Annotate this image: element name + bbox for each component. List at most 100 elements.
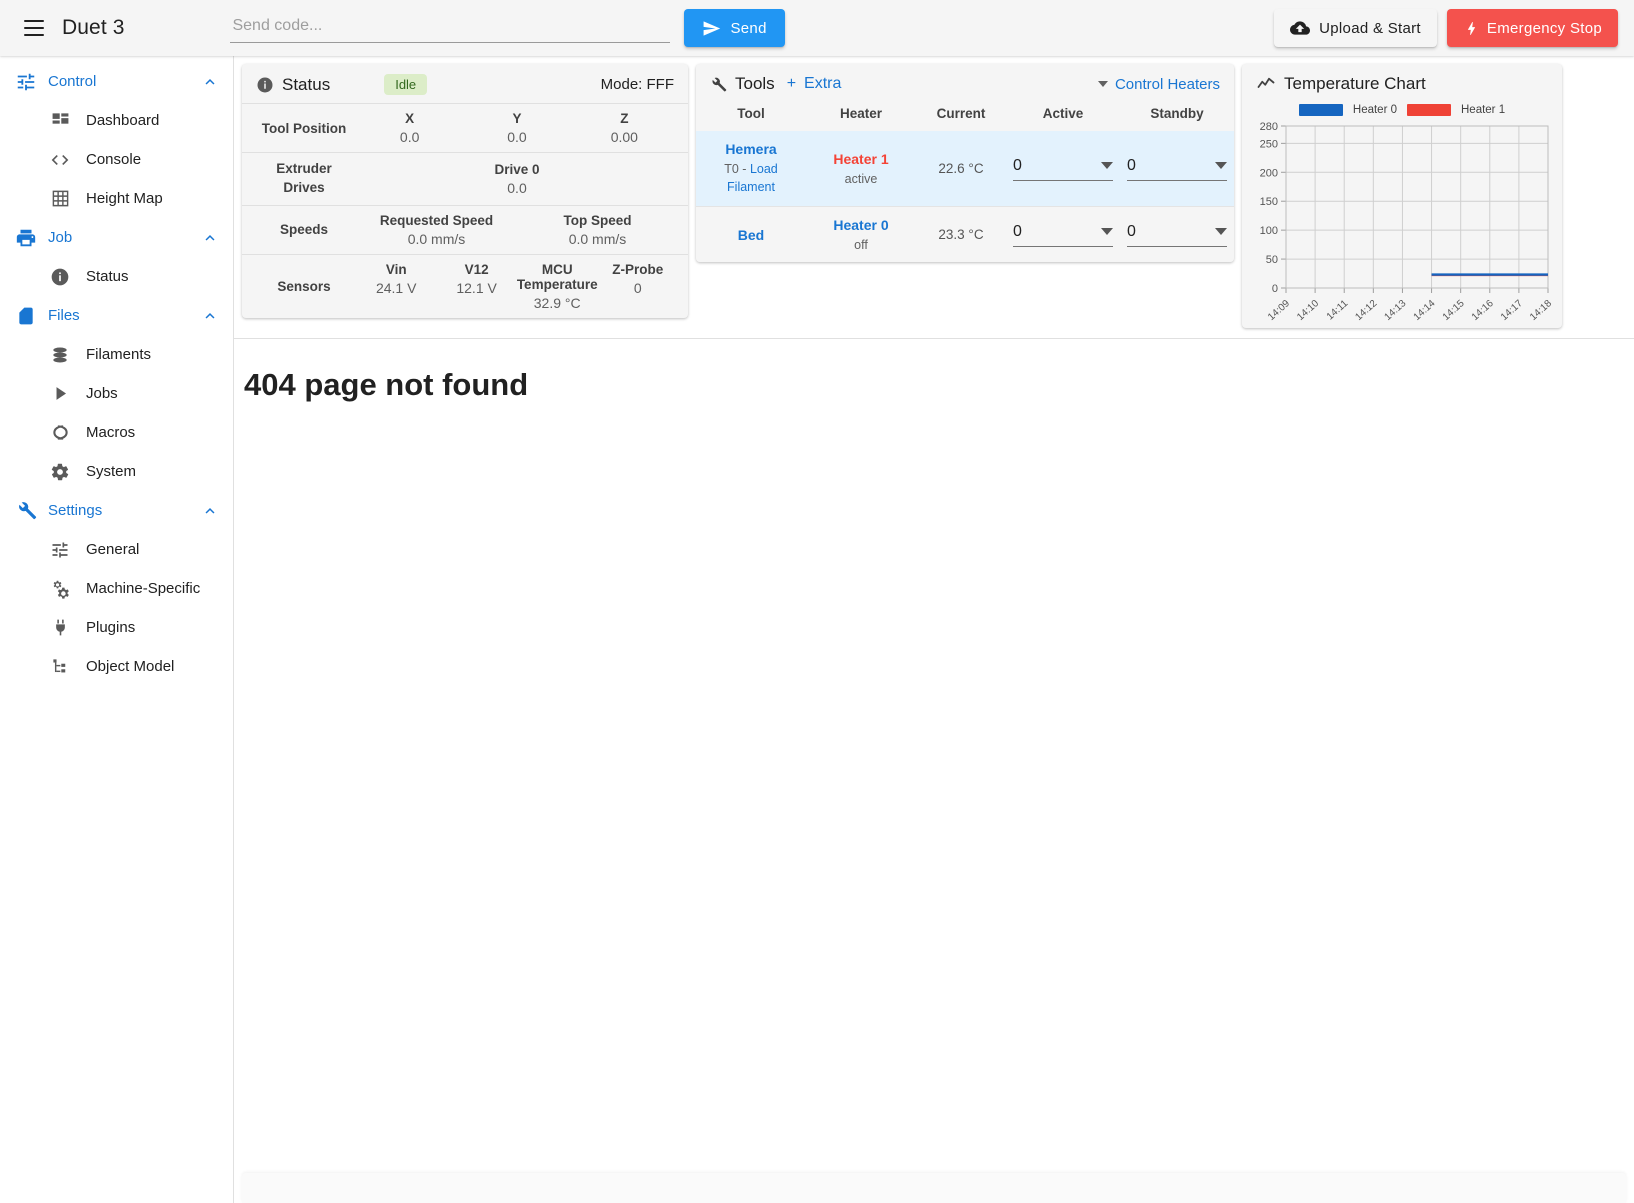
status-row-sensors: Sensors Vin 24.1 V V12 12.1 V MCU Temper… — [242, 253, 688, 318]
mode-label: Mode: FFF — [600, 76, 674, 93]
send-code-input[interactable] — [230, 13, 671, 43]
tool-name[interactable]: Hemera — [696, 141, 806, 157]
status-row-extruder-drives: Extruder Drives Drive 0 0.0 — [242, 152, 688, 205]
status-row-label: Extruder Drives — [252, 160, 356, 198]
sidebar-item-label: Console — [86, 151, 142, 168]
heater-name[interactable]: Heater 0 — [806, 217, 916, 233]
status-cell: Drive 0 0.0 — [356, 162, 678, 196]
sidebar-item-console[interactable]: Console — [0, 140, 233, 179]
status-cell-value: 0.0 — [507, 129, 527, 145]
code-brackets-icon — [40, 150, 80, 170]
plug-icon — [40, 618, 80, 637]
svg-text:14:17: 14:17 — [1499, 298, 1525, 323]
status-cell-value: 0.00 — [610, 129, 638, 145]
top-panel-row: Status Idle Mode: FFF Tool Position X 0.… — [234, 56, 1634, 339]
legend-swatch-heater1[interactable] — [1407, 104, 1451, 116]
info-circle-icon — [40, 267, 80, 287]
tool-cell: Hemera T0 - Load Filament — [696, 131, 806, 207]
active-temperature-select[interactable]: 0 — [1013, 223, 1113, 247]
sidebar-item-status[interactable]: Status — [0, 257, 233, 296]
status-cell: V12 12.1 V — [436, 262, 516, 311]
svg-text:250: 250 — [1260, 138, 1278, 150]
database-icon — [40, 345, 80, 365]
sidebar-item-height-map[interactable]: Height Map — [0, 179, 233, 218]
sidebar-group-job[interactable]: Job — [0, 218, 233, 257]
upload-and-start-button[interactable]: Upload & Start — [1274, 9, 1437, 47]
upload-and-start-label: Upload & Start — [1319, 19, 1421, 37]
sidebar-item-label: System — [86, 463, 137, 480]
sidebar-navigation: Control Dashboard Console Height Map Job… — [0, 56, 234, 1203]
column-header-current: Current — [936, 106, 986, 121]
add-extra-plus[interactable]: + — [787, 75, 796, 93]
dashboard-icon — [40, 111, 80, 130]
sidebar-item-general[interactable]: General — [0, 530, 233, 569]
status-cell-value: 0.0 — [399, 129, 420, 145]
send-button[interactable]: Send — [684, 9, 785, 47]
status-cell: Y 0.0 — [463, 111, 570, 145]
status-cell-head: Drive 0 — [494, 161, 540, 177]
status-cell: Z 0.00 — [571, 111, 678, 145]
sidebar-item-machine-specific[interactable]: Machine-Specific — [0, 569, 233, 608]
page-content-area: 404 page not found — [234, 339, 1634, 1203]
sidebar-group-files[interactable]: Files — [0, 296, 233, 335]
chart-card-title: Temperature Chart — [1284, 74, 1426, 93]
active-temp-cell: 0 — [1006, 207, 1120, 263]
sidebar-item-label: Dashboard — [86, 112, 160, 129]
caret-down-icon — [1215, 162, 1227, 170]
legend-label-heater0: Heater 0 — [1352, 104, 1397, 116]
status-row-speeds: Speeds Requested Speed 0.0 mm/s Top Spee… — [242, 204, 688, 254]
sidebar-item-jobs[interactable]: Jobs — [0, 374, 233, 413]
control-heaters-button[interactable]: Control Heaters — [1115, 76, 1220, 93]
caret-down-icon[interactable] — [1097, 81, 1108, 87]
status-row-tool-position: Tool Position X 0.0 Y 0.0 Z 0.00 — [242, 103, 688, 152]
sidebar-group-control[interactable]: Control — [0, 62, 233, 101]
caret-down-icon — [1101, 228, 1113, 236]
table-row[interactable]: Bed Heater 0 off 23.3 °C 0 0 — [696, 206, 1234, 263]
sidebar-item-label: Status — [86, 268, 129, 285]
sidebar-item-object-model[interactable]: Object Model — [0, 647, 233, 686]
table-row[interactable]: Hemera T0 - Load Filament Heater 1 activ… — [696, 131, 1234, 207]
gear-icon — [40, 462, 80, 482]
emergency-stop-button[interactable]: Emergency Stop — [1446, 9, 1618, 47]
cloud-upload-icon — [1290, 18, 1311, 38]
status-cell: Z-Probe 0 — [598, 262, 678, 311]
svg-text:14:12: 14:12 — [1353, 298, 1379, 323]
control-heaters-group: Control Heaters — [1097, 76, 1220, 93]
sidebar-item-macros[interactable]: Macros — [0, 413, 233, 452]
macro-icon — [40, 422, 80, 443]
status-card: Status Idle Mode: FFF Tool Position X 0.… — [242, 64, 688, 318]
chart-plot-area: 0 50 100 150 200 250 280 14:09 14:10 14:11 14:12 14… — [1242, 120, 1562, 328]
printer-icon — [6, 227, 46, 249]
svg-text:280: 280 — [1260, 121, 1278, 133]
sidebar-group-label: Control — [48, 73, 97, 90]
sidebar-item-system[interactable]: System — [0, 452, 233, 491]
status-cell-value: 32.9 °C — [533, 294, 581, 311]
sidebar-item-filaments[interactable]: Filaments — [0, 335, 233, 374]
standby-temperature-select[interactable]: 0 — [1127, 157, 1227, 181]
load-filament-link-line1[interactable]: Load — [750, 162, 778, 176]
sidebar-group-settings[interactable]: Settings — [0, 491, 233, 530]
legend-swatch-heater0[interactable] — [1298, 104, 1343, 116]
add-extra-button[interactable]: Extra — [804, 75, 841, 93]
column-header-standby: Standby — [1150, 106, 1204, 121]
sidebar-item-plugins[interactable]: Plugins — [0, 608, 233, 647]
status-row-cells: X 0.0 Y 0.0 Z 0.00 — [356, 111, 678, 145]
standby-temperature-select[interactable]: 0 — [1127, 223, 1227, 247]
tools-card: Tools + Extra Control Heaters Tool Heate… — [696, 64, 1234, 263]
lightning-bolt-icon — [1463, 19, 1480, 38]
page-title: 404 page not found — [244, 367, 529, 402]
load-filament-link-line2[interactable]: Filament — [727, 180, 775, 194]
sidebar-item-dashboard[interactable]: Dashboard — [0, 101, 233, 140]
status-cell-head: Top Speed — [563, 212, 632, 228]
sidebar-group-label: Files — [48, 307, 80, 324]
heater-name[interactable]: Heater 1 — [806, 151, 916, 167]
svg-text:14:15: 14:15 — [1441, 298, 1467, 323]
active-temperature-select[interactable]: 0 — [1013, 157, 1113, 181]
status-cell-head: Z-Probe — [612, 261, 664, 277]
status-cell: X 0.0 — [356, 111, 463, 145]
tool-name[interactable]: Bed — [696, 227, 806, 243]
grid-icon — [40, 189, 80, 208]
hamburger-icon[interactable] — [16, 10, 52, 46]
table-header-row: Tool Heater Current Active Standby — [696, 102, 1234, 131]
legend-label-heater1: Heater 1 — [1461, 104, 1506, 116]
